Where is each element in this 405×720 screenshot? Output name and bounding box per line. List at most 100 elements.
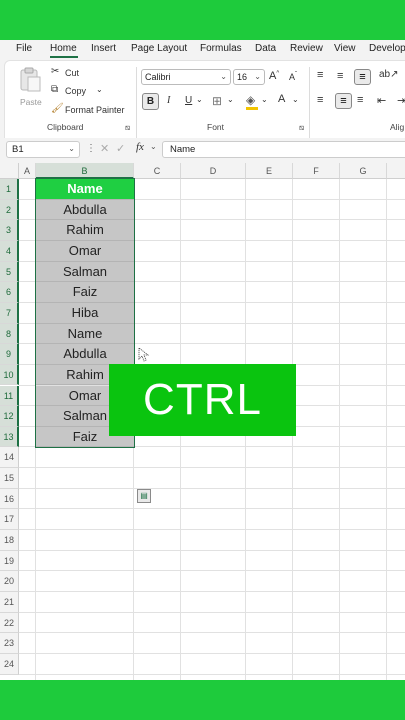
header-cell[interactable]: Name — [36, 179, 134, 200]
gridline — [19, 508, 405, 510]
row-header-1[interactable]: 1 — [0, 179, 19, 200]
row-header-2[interactable]: 2 — [0, 199, 19, 221]
align-left-icon[interactable]: ≡ — [317, 94, 323, 106]
fill-color-icon[interactable]: ◈ — [246, 93, 255, 107]
row-header-8[interactable]: 8 — [0, 323, 19, 345]
row-header-4[interactable]: 4 — [0, 240, 19, 262]
row-header-6[interactable]: 6 — [0, 282, 19, 303]
formula-input[interactable]: Name — [162, 141, 405, 158]
tab-developer[interactable]: Develop — [369, 43, 405, 54]
chevron-down-icon[interactable]: ⌄ — [227, 95, 234, 104]
underline-button[interactable]: U — [185, 95, 192, 106]
quick-analysis-button[interactable]: ▤ — [137, 489, 151, 503]
borders-icon[interactable]: ⊞ — [212, 94, 222, 108]
column-header-d[interactable]: D — [181, 163, 246, 179]
font-size-select[interactable]: 16 ⌄ — [233, 69, 265, 85]
row-header-12[interactable]: 12 — [0, 406, 19, 427]
italic-button[interactable]: I — [167, 95, 170, 106]
data-cell[interactable]: Abdulla — [36, 199, 134, 221]
tab-formulas[interactable]: Formulas — [200, 43, 242, 54]
tab-home[interactable]: Home — [50, 43, 77, 54]
align-center-button[interactable]: ≡ — [335, 93, 352, 109]
column-header-g[interactable]: G — [340, 163, 387, 179]
align-top-icon[interactable]: ≡ — [317, 69, 323, 81]
row-header-13[interactable]: 13 — [0, 426, 19, 448]
align-middle-icon[interactable]: ≡ — [337, 70, 343, 82]
row-header-14[interactable]: 14 — [0, 447, 19, 469]
row-header-10[interactable]: 10 — [0, 364, 19, 386]
tab-insert[interactable]: Insert — [91, 43, 116, 54]
chevron-down-icon[interactable]: ⌄ — [96, 85, 103, 94]
dialog-launcher-icon[interactable]: ⧅ — [125, 123, 130, 133]
row-header-20[interactable]: 20 — [0, 571, 19, 592]
formula-value: Name — [170, 144, 196, 155]
data-cell[interactable]: Hiba — [36, 302, 134, 324]
column-header-h[interactable] — [387, 163, 405, 179]
row-header-16[interactable]: 16 — [0, 488, 19, 510]
indent-icon[interactable]: ⇤ — [377, 94, 386, 107]
bold-button[interactable]: B — [142, 93, 159, 110]
row-header-23[interactable]: 23 — [0, 633, 19, 654]
gridline — [19, 673, 405, 675]
column-header-f[interactable]: F — [293, 163, 340, 179]
row-header-3[interactable]: 3 — [0, 220, 19, 241]
chevron-down-icon[interactable]: ⌄ — [261, 95, 268, 104]
row-header-11[interactable]: 11 — [0, 385, 19, 407]
paste-label: Paste — [20, 97, 42, 107]
font-color-button[interactable]: A — [278, 93, 285, 105]
data-cell[interactable]: Omar — [36, 240, 134, 262]
chevron-down-icon: ⌄ — [68, 144, 75, 153]
column-header-e[interactable]: E — [246, 163, 293, 179]
excel-window: File Home Insert Page Layout Formulas Da… — [0, 40, 405, 680]
cut-button[interactable]: ✂ Cut — [51, 66, 91, 80]
copy-button[interactable]: ⧉ Copy ⌄ — [51, 84, 111, 98]
column-header-c[interactable]: C — [134, 163, 181, 179]
orientation-icon[interactable]: ab↗ — [379, 69, 399, 80]
cancel-icon[interactable]: ✕ — [100, 142, 109, 155]
tab-data[interactable]: Data — [255, 43, 276, 54]
row-header-18[interactable]: 18 — [0, 530, 19, 551]
select-all-corner[interactable] — [0, 163, 19, 179]
tab-review[interactable]: Review — [290, 43, 323, 54]
gridline — [19, 467, 405, 469]
data-cell[interactable]: Abdulla — [36, 344, 134, 365]
font-name-select[interactable]: Calibri ⌄ — [141, 69, 231, 85]
data-cell[interactable]: Name — [36, 323, 134, 345]
row-header-7[interactable]: 7 — [0, 302, 19, 324]
chevron-down-icon[interactable]: ⌄ — [292, 95, 299, 104]
tab-page-layout[interactable]: Page Layout — [131, 43, 187, 54]
chevron-down-icon[interactable]: ⌄ — [196, 95, 203, 104]
outdent-icon[interactable]: ⇥ — [397, 94, 405, 107]
insert-function-button[interactable]: fx — [136, 141, 144, 153]
row-header-17[interactable]: 17 — [0, 509, 19, 531]
scissors-icon: ✂ — [51, 66, 60, 77]
data-cell[interactable]: Faiz — [36, 282, 134, 303]
chevron-down-icon[interactable]: ⌄ — [150, 142, 157, 151]
tab-view[interactable]: View — [334, 43, 356, 54]
name-box[interactable]: B1 ⌄ — [6, 141, 80, 158]
column-header-a[interactable]: A — [19, 163, 36, 179]
paste-button[interactable]: Paste — [17, 67, 47, 109]
column-header-b[interactable]: B — [36, 163, 134, 179]
dialog-launcher-icon[interactable]: ⧅ — [299, 123, 304, 133]
more-options-icon[interactable]: ⋮ — [86, 143, 96, 154]
format-painter-button[interactable]: 🖌 Format Painter — [51, 103, 131, 117]
keyboard-shortcut-overlay: CTRL — [109, 364, 296, 436]
align-bottom-button[interactable]: ≡ — [354, 69, 371, 85]
enter-icon[interactable]: ✓ — [116, 142, 125, 155]
row-header-21[interactable]: 21 — [0, 592, 19, 613]
data-cell[interactable]: Rahim — [36, 220, 134, 241]
row-header-22[interactable]: 22 — [0, 612, 19, 634]
chevron-down-icon: ⌄ — [254, 72, 261, 81]
row-header-9[interactable]: 9 — [0, 344, 19, 365]
row-header-19[interactable]: 19 — [0, 550, 19, 572]
align-right-icon[interactable]: ≡ — [357, 94, 363, 106]
row-header-5[interactable]: 5 — [0, 261, 19, 283]
data-cell[interactable]: Salman — [36, 261, 134, 283]
bold-icon: B — [146, 96, 155, 107]
shrink-font-button[interactable]: Aˇ — [289, 72, 297, 82]
row-header-24[interactable]: 24 — [0, 653, 19, 675]
grow-font-button[interactable]: A^ — [269, 70, 279, 82]
row-header-15[interactable]: 15 — [0, 468, 19, 489]
tab-file[interactable]: File — [16, 43, 32, 54]
